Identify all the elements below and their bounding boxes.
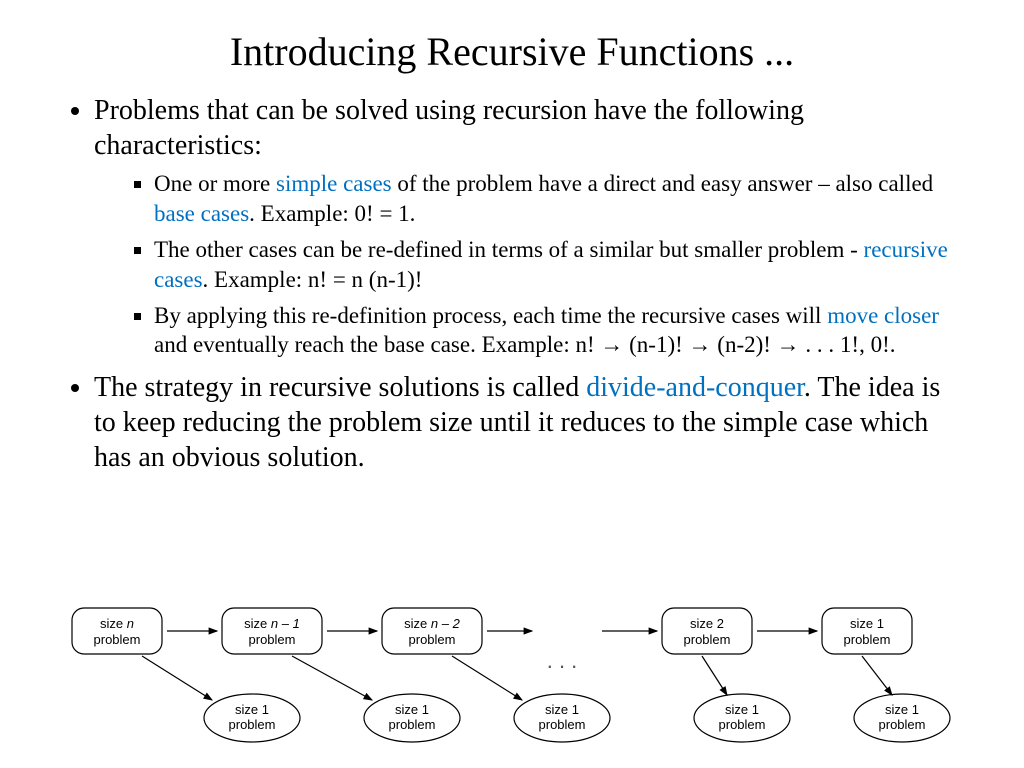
recursion-diagram: size n problem size n – 1 problem size n… <box>60 598 984 758</box>
bullet-1: Problems that can be solved using recurs… <box>94 93 964 360</box>
arrow-icon <box>452 656 522 700</box>
text: (n-1)! <box>623 332 688 357</box>
svg-text:problem: problem <box>249 632 296 647</box>
ellipsis: . . . <box>547 648 578 673</box>
box-size-n-minus-1: size n – 1 problem <box>222 608 322 654</box>
arrow-icon <box>702 656 727 695</box>
arrow-icon <box>862 656 892 695</box>
box-size-2: size 2 problem <box>662 608 752 654</box>
highlight-base-cases: base cases <box>154 201 249 226</box>
text: One or more <box>154 171 276 196</box>
svg-text:problem: problem <box>389 717 436 732</box>
svg-text:problem: problem <box>844 632 891 647</box>
oval-size-1-d: size 1 problem <box>694 694 790 742</box>
bullet-list-level1: Problems that can be solved using recurs… <box>60 93 964 475</box>
highlight-simple-cases: simple cases <box>276 171 392 196</box>
svg-text:problem: problem <box>94 632 141 647</box>
text: and eventually reach the base case. Exam… <box>154 332 600 357</box>
slide: Introducing Recursive Functions ... Prob… <box>0 0 1024 768</box>
box-size-n-minus-2: size n – 2 problem <box>382 608 482 654</box>
bullet-1b: The other cases can be re-defined in ter… <box>154 235 964 295</box>
text: of the problem have a direct and easy an… <box>392 171 934 196</box>
svg-text:size 1: size 1 <box>885 702 919 717</box>
bullet-1a: One or more simple cases of the problem … <box>154 169 964 229</box>
svg-text:size n – 1: size n – 1 <box>244 616 300 631</box>
oval-size-1-c: size 1 problem <box>514 694 610 742</box>
text: (n-2)! <box>712 332 777 357</box>
svg-text:size n – 2: size n – 2 <box>404 616 460 631</box>
arrow-icon: → <box>777 331 800 357</box>
oval-size-1-b: size 1 problem <box>364 694 460 742</box>
box-size-1: size 1 problem <box>822 608 912 654</box>
svg-text:problem: problem <box>684 632 731 647</box>
arrow-icon <box>292 656 372 700</box>
text: . . . 1!, 0!. <box>800 332 896 357</box>
svg-text:size n: size n <box>100 616 134 631</box>
svg-text:size 1: size 1 <box>725 702 759 717</box>
arrow-icon <box>142 656 212 700</box>
svg-text:problem: problem <box>879 717 926 732</box>
svg-text:problem: problem <box>409 632 456 647</box>
text: The strategy in recursive solutions is c… <box>94 372 586 403</box>
bullet-list-level2: One or more simple cases of the problem … <box>94 169 964 360</box>
bullet-2: The strategy in recursive solutions is c… <box>94 370 964 475</box>
bullet-1-text: Problems that can be solved using recurs… <box>94 95 804 161</box>
svg-text:size 1: size 1 <box>235 702 269 717</box>
highlight-divide-and-conquer: divide-and-conquer <box>586 372 804 403</box>
svg-text:problem: problem <box>719 717 766 732</box>
bullet-1c: By applying this re-definition process, … <box>154 301 964 361</box>
svg-text:size 1: size 1 <box>545 702 579 717</box>
svg-text:size 1: size 1 <box>395 702 429 717</box>
svg-text:problem: problem <box>539 717 586 732</box>
svg-text:size 1: size 1 <box>850 616 884 631</box>
slide-title: Introducing Recursive Functions ... <box>60 28 964 75</box>
arrow-icon: → <box>600 331 623 357</box>
text: . Example: n! = n (n-1)! <box>203 267 423 292</box>
text: . Example: 0! = 1. <box>249 201 415 226</box>
oval-size-1-a: size 1 problem <box>204 694 300 742</box>
arrow-icon: → <box>689 331 712 357</box>
oval-size-1-e: size 1 problem <box>854 694 950 742</box>
text: By applying this re-definition process, … <box>154 303 827 328</box>
svg-text:problem: problem <box>229 717 276 732</box>
highlight-move-closer: move closer <box>827 303 939 328</box>
box-size-n: size n problem <box>72 608 162 654</box>
svg-text:size 2: size 2 <box>690 616 724 631</box>
text: The other cases can be re-defined in ter… <box>154 237 864 262</box>
